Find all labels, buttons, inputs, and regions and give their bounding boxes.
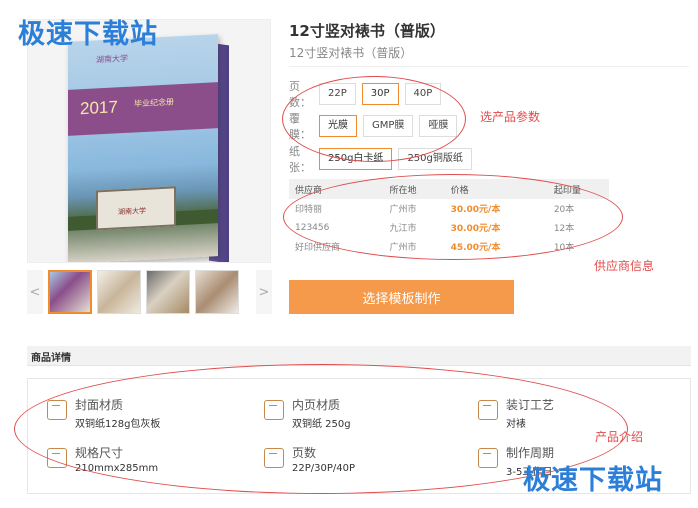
thumbnail-4[interactable] — [195, 270, 239, 314]
param-pages-label: 页数： — [289, 80, 311, 109]
product-subtitle: 12寸竖对裱书（普版） — [289, 46, 413, 60]
header-supplier: 供应商 — [289, 179, 384, 199]
table-row[interactable]: 印特丽 广州市 30.00元/本 20本 — [289, 199, 609, 218]
supplier-name: 好印供应商 — [295, 243, 341, 253]
supplier-table-header: 供应商 所在地 价格 起印量 — [289, 179, 609, 199]
header-min-qty: 起印量 — [547, 179, 609, 199]
param-paper: 纸张： 250g白卡纸 250g铜版纸 — [289, 143, 478, 175]
spec-name: 内页材质 — [292, 398, 341, 412]
details-title: 商品详情 — [31, 353, 71, 364]
book-icon — [47, 400, 67, 420]
pages-icon — [264, 448, 284, 468]
choose-template-button[interactable]: 选择模板制作 — [289, 280, 514, 314]
supplier-price: 30.00元/本 — [450, 205, 501, 215]
header-location: 所在地 — [383, 179, 445, 199]
header-price: 价格 — [444, 179, 548, 199]
supplier-location: 广州市 — [389, 243, 417, 253]
product-title: 12寸竖对裱书（普版） — [289, 22, 445, 40]
spec-name: 封面材质 — [75, 398, 124, 412]
product-main-image: 湖南大学 2017 毕业纪念册 湖南大学 — [27, 19, 271, 263]
spec-cover-material: 封面材质 双铜纸128g包灰板 — [47, 396, 160, 430]
param-film-label: 覆膜： — [289, 112, 311, 141]
option-glossy[interactable]: 光膜 — [319, 115, 357, 137]
spec-name: 页数 — [292, 446, 317, 460]
book-logo: 湖南大学 — [96, 53, 128, 65]
spec-value: 双铜纸 250g — [292, 419, 351, 430]
supplier-table: 供应商 所在地 价格 起印量 印特丽 广州市 30.00元/本 20本 1234… — [289, 179, 609, 256]
option-40p[interactable]: 40P — [404, 83, 442, 105]
supplier-min-qty: 10本 — [553, 243, 575, 253]
spec-value: 210mmx285mm — [75, 463, 159, 474]
option-22p[interactable]: 22P — [319, 83, 356, 105]
book-year: 2017 — [80, 97, 118, 119]
supplier-min-qty: 20本 — [553, 205, 575, 215]
spec-binding: 装订工艺 对裱 — [478, 396, 554, 430]
option-coated[interactable]: 250g铜版纸 — [398, 148, 472, 170]
thumbnail-1[interactable] — [48, 270, 92, 314]
watermark-top: 极速下载站 — [18, 19, 158, 50]
watermark-bottom: 极速下载站 — [523, 465, 663, 496]
option-30p[interactable]: 30P — [361, 83, 399, 105]
supplier-price: 30.00元/本 — [450, 224, 501, 234]
table-row[interactable]: 123456 九江市 30.00元/本 12本 — [289, 218, 609, 237]
divider — [289, 66, 689, 67]
supplier-name: 123456 — [295, 222, 330, 233]
thumbnail-strip — [48, 270, 239, 314]
ruler-icon — [47, 448, 67, 468]
annotation-params: 选产品参数 — [480, 110, 541, 124]
binding-icon — [478, 400, 498, 420]
supplier-price: 45.00元/本 — [450, 243, 501, 253]
spec-value: 对裱 — [506, 419, 526, 430]
option-white-card[interactable]: 250g白卡纸 — [319, 148, 393, 170]
thumb-prev-button[interactable]: < — [27, 270, 43, 314]
spec-name: 装订工艺 — [506, 398, 555, 412]
thumb-next-button[interactable]: > — [256, 270, 272, 314]
option-gmp[interactable]: GMP膜 — [363, 115, 414, 137]
spec-name: 规格尺寸 — [75, 446, 124, 460]
supplier-name: 印特丽 — [295, 205, 323, 215]
details-header-bar — [27, 346, 691, 366]
supplier-location: 广州市 — [389, 205, 417, 215]
param-film: 覆膜： 光膜 GMP膜 哑膜 — [289, 110, 463, 142]
truck-icon — [478, 448, 498, 468]
supplier-min-qty: 12本 — [553, 224, 575, 234]
supplier-location: 九江市 — [389, 224, 417, 234]
thumbnail-3[interactable] — [146, 270, 190, 314]
book-cover: 湖南大学 2017 毕业纪念册 湖南大学 — [68, 34, 218, 262]
spec-inner-material: 内页材质 双铜纸 250g — [264, 396, 351, 430]
annotation-supplier: 供应商信息 — [594, 259, 655, 273]
option-matte[interactable]: 哑膜 — [419, 115, 458, 137]
spec-pages: 页数 22P/30P/40P — [264, 444, 355, 474]
param-paper-label: 纸张： — [289, 145, 311, 174]
book-building-title: 湖南大学 — [118, 206, 146, 217]
table-row[interactable]: 好印供应商 广州市 45.00元/本 10本 — [289, 237, 609, 256]
spec-size: 规格尺寸 210mmx285mm — [47, 444, 158, 474]
param-pages: 页数： 22P 30P 40P — [289, 78, 447, 110]
open-book-icon — [264, 400, 284, 420]
spec-value: 22P/30P/40P — [292, 463, 356, 474]
spec-value: 双铜纸128g包灰板 — [75, 419, 161, 430]
thumbnail-2[interactable] — [97, 270, 141, 314]
book-subtitle: 毕业纪念册 — [134, 97, 174, 109]
